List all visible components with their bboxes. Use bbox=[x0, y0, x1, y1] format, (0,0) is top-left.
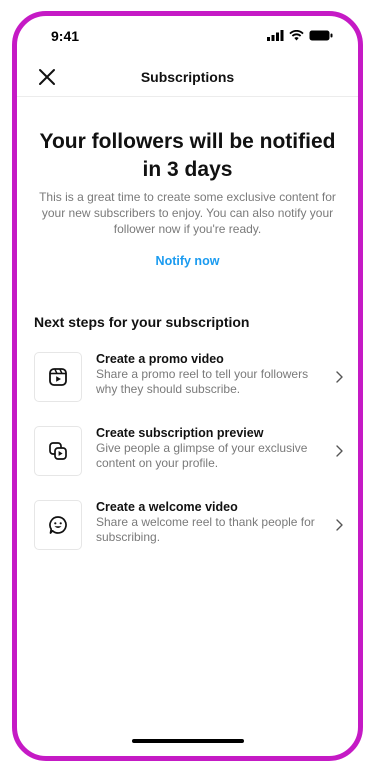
step-description: Give people a glimpse of your exclusive … bbox=[96, 441, 308, 470]
next-steps-title: Next steps for your subscription bbox=[34, 314, 250, 330]
notify-now-link[interactable]: Notify now bbox=[17, 254, 358, 268]
signal-icon bbox=[267, 30, 284, 41]
page-title: Subscriptions bbox=[140, 69, 235, 85]
chevron-right-icon bbox=[336, 519, 343, 531]
status-bar: 9:41 bbox=[17, 16, 358, 56]
step-title: Create a welcome video bbox=[96, 500, 238, 514]
headline: Your followers will be notified in 3 day… bbox=[39, 130, 336, 181]
status-icons bbox=[267, 30, 333, 41]
phone-frame: 9:41 Subscriptions Your followers will b… bbox=[12, 11, 363, 761]
step-description: Share a promo reel to tell your follower… bbox=[96, 367, 309, 396]
battery-icon bbox=[309, 30, 333, 41]
step-title: Create subscription preview bbox=[96, 426, 264, 440]
description-text: This is a great time to create some excl… bbox=[39, 190, 336, 236]
status-time: 9:41 bbox=[51, 28, 80, 44]
step-icon-box bbox=[34, 500, 82, 550]
step-title: Create a promo video bbox=[96, 352, 224, 366]
step-create-subscription-preview[interactable]: Create subscription preview Give people … bbox=[34, 426, 348, 480]
step-description: Share a welcome reel to thank people for… bbox=[96, 515, 315, 544]
preview-icon bbox=[49, 442, 67, 460]
reel-icon bbox=[49, 368, 67, 386]
chevron-right-icon bbox=[336, 445, 343, 457]
step-create-promo-video[interactable]: Create a promo video Share a promo reel … bbox=[34, 352, 348, 406]
step-icon-box bbox=[34, 352, 82, 402]
nav-bar: Subscriptions bbox=[17, 60, 358, 97]
wifi-icon bbox=[289, 30, 304, 41]
home-indicator bbox=[132, 739, 244, 743]
chevron-right-icon bbox=[336, 371, 343, 383]
step-create-welcome-video[interactable]: Create a welcome video Share a welcome r… bbox=[34, 500, 348, 554]
step-icon-box bbox=[34, 426, 82, 476]
smile-chat-icon bbox=[49, 516, 67, 534]
